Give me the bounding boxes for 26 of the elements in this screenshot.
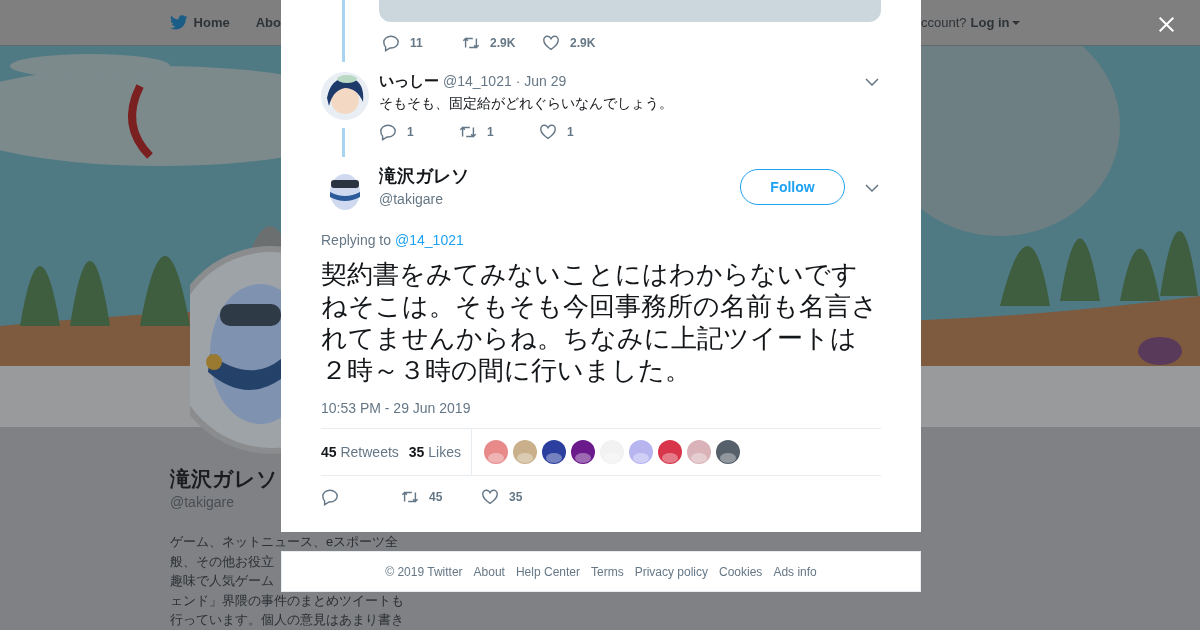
bio-line: 趣味で人気ゲーム: [170, 572, 274, 590]
bio-line: ェンド」界隈の事件のまとめツイートも: [170, 591, 404, 610]
bio-line: 般、その他お役立: [170, 552, 274, 571]
likes-count[interactable]: 35 Likes: [408, 444, 461, 460]
footer-link[interactable]: © 2019 Twitter: [385, 564, 463, 579]
retweet-button[interactable]: 45: [401, 488, 481, 506]
profile-name: 滝沢ガレソ: [170, 467, 278, 491]
close-icon[interactable]: [1158, 16, 1175, 33]
footer-link[interactable]: Privacy policy: [634, 564, 708, 579]
like-button[interactable]: 35: [481, 488, 561, 506]
nav-link[interactable]: Abo: [255, 15, 281, 30]
footer-link[interactable]: Help Center: [515, 564, 580, 579]
tweet-timestamp: 10:53 PM - 29 Jun 2019: [321, 400, 472, 416]
footer-link[interactable]: Terms: [591, 564, 624, 579]
bio-line: 行っています。個人の意見はあまり書き: [170, 611, 404, 629]
bird-icon: [170, 14, 188, 31]
footer-link[interactable]: Cookies: [719, 564, 763, 579]
bio-line: ゲーム、ネットニュース、eスポーツ全: [170, 533, 399, 551]
nav-link[interactable]: Home: [193, 15, 230, 30]
reply-icon: [321, 488, 339, 506]
account-prompt: ccount?: [921, 15, 967, 30]
footer-link[interactable]: Ads info: [773, 564, 817, 579]
footer-link[interactable]: About: [473, 564, 505, 579]
heart-icon: [481, 488, 499, 506]
login-link[interactable]: Log in: [970, 15, 1020, 30]
retweets-count[interactable]: 45 Retweets: [321, 444, 399, 460]
